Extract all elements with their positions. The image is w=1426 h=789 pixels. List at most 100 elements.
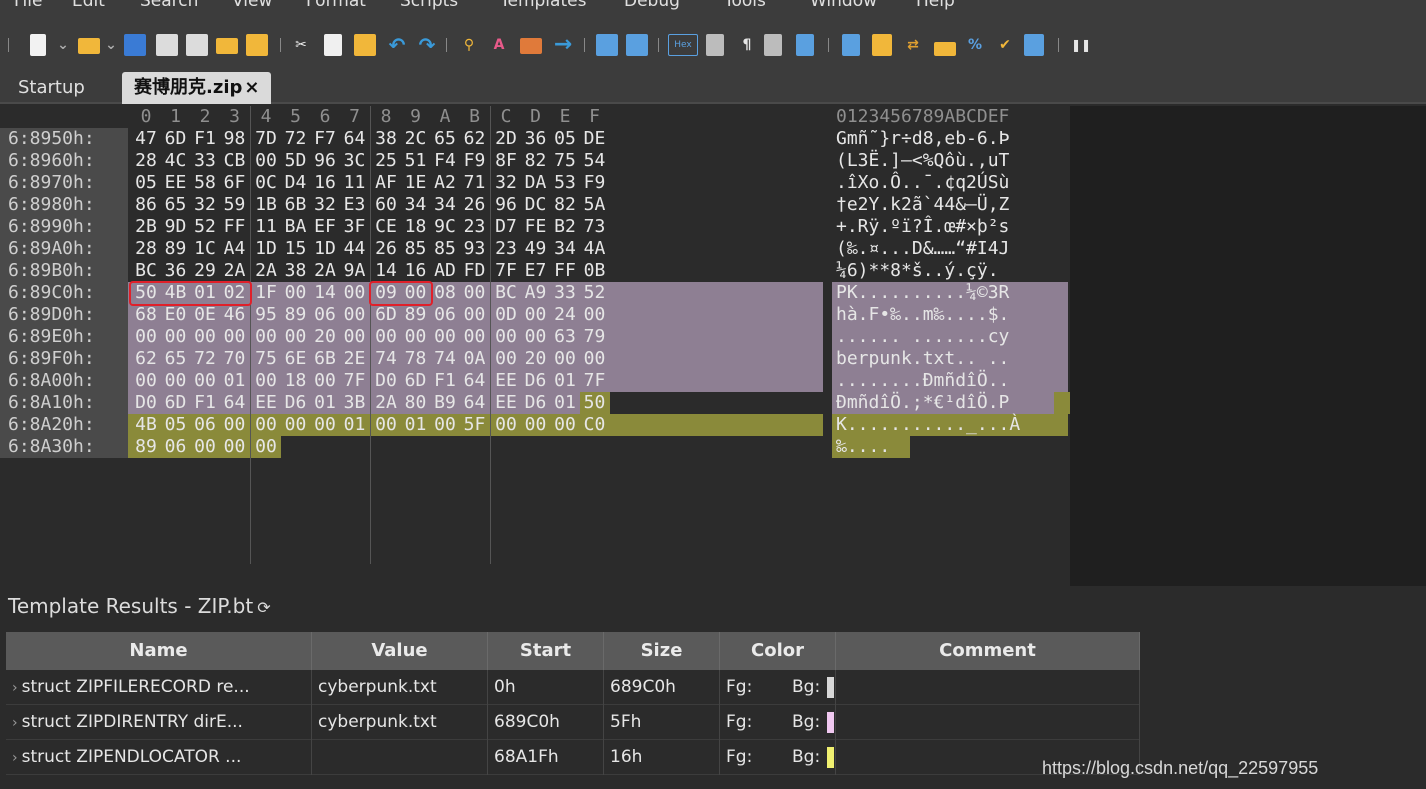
hex-byte[interactable]: A2 [432, 172, 458, 194]
hex-byte[interactable]: 2A [253, 260, 279, 282]
menu-templates[interactable]: Templates [500, 0, 586, 11]
hex-byte[interactable]: AF [373, 172, 399, 194]
hex-byte[interactable]: 18 [283, 370, 309, 392]
hex-byte[interactable]: 85 [403, 238, 429, 260]
bookmark-icon[interactable] [596, 34, 618, 56]
hex-byte[interactable]: 29 [192, 260, 218, 282]
ascii-text[interactable]: PK..........¼©3R [836, 282, 1009, 304]
hex-byte[interactable]: 65 [432, 128, 458, 150]
hex-byte[interactable]: 00 [283, 326, 309, 348]
hex-byte[interactable]: 23 [493, 238, 519, 260]
hex-byte[interactable]: 01 [552, 392, 578, 414]
hex-byte[interactable]: 7D [253, 128, 279, 150]
hex-byte[interactable]: BC [493, 282, 519, 304]
hex-byte[interactable]: 0D [493, 304, 519, 326]
hex-byte[interactable]: A9 [523, 282, 549, 304]
hex-byte[interactable]: 00 [462, 282, 488, 304]
column-mode-icon[interactable] [706, 34, 724, 56]
hex-byte[interactable]: 0E [192, 304, 218, 326]
hex-byte[interactable]: 38 [283, 260, 309, 282]
hex-byte[interactable]: FD [462, 260, 488, 282]
column-header-name[interactable]: Name [6, 632, 312, 670]
hex-byte[interactable]: 00 [342, 326, 368, 348]
hex-byte[interactable]: 34 [403, 194, 429, 216]
hex-byte[interactable]: 00 [523, 414, 549, 436]
hex-byte[interactable]: 05 [163, 414, 189, 436]
open-workspace-icon[interactable] [216, 38, 238, 54]
hex-byte[interactable]: 20 [523, 348, 549, 370]
chevron-down-icon[interactable]: ⌄ [104, 34, 118, 56]
menu-window[interactable]: Window [810, 0, 877, 11]
hex-byte[interactable]: 00 [253, 326, 279, 348]
hex-byte[interactable]: 6E [283, 348, 309, 370]
hex-byte[interactable]: 50 [582, 392, 608, 414]
ascii-text[interactable]: berpunk.txt.. .. [836, 348, 1009, 370]
hex-byte[interactable]: 2A [312, 260, 338, 282]
hex-byte[interactable]: 34 [552, 238, 578, 260]
hex-byte[interactable]: 52 [582, 282, 608, 304]
hex-byte[interactable]: A4 [222, 238, 248, 260]
hex-byte[interactable]: 2A [222, 260, 248, 282]
save-icon[interactable] [124, 34, 146, 56]
hex-byte[interactable]: 7F [493, 260, 519, 282]
hex-byte[interactable]: 33 [552, 282, 578, 304]
hex-byte[interactable]: 06 [192, 414, 218, 436]
hex-byte[interactable]: 26 [462, 194, 488, 216]
hex-byte[interactable]: 62 [133, 348, 159, 370]
hex-byte[interactable]: F1 [192, 392, 218, 414]
hex-byte[interactable]: 28 [133, 150, 159, 172]
hex-byte[interactable]: 00 [192, 436, 218, 458]
hex-byte[interactable]: 64 [462, 392, 488, 414]
hex-byte[interactable]: 6B [283, 194, 309, 216]
hex-byte[interactable]: 71 [462, 172, 488, 194]
hex-byte[interactable]: 00 [523, 304, 549, 326]
save-all-icon[interactable] [186, 34, 208, 56]
hex-byte[interactable]: 32 [192, 194, 218, 216]
histogram-icon[interactable] [934, 42, 956, 56]
column-header-comment[interactable]: Comment [836, 632, 1140, 670]
hex-byte[interactable]: 59 [222, 194, 248, 216]
hex-byte[interactable]: 00 [493, 348, 519, 370]
hex-byte[interactable]: 16 [312, 172, 338, 194]
hex-byte[interactable]: 68 [133, 304, 159, 326]
hex-byte[interactable]: FF [552, 260, 578, 282]
hex-byte[interactable]: D4 [283, 172, 309, 194]
save-as-icon[interactable] [156, 34, 178, 56]
hex-byte[interactable]: 82 [552, 194, 578, 216]
hex-byte[interactable]: F1 [192, 128, 218, 150]
table-row[interactable]: › struct ZIPFILERECORD re... cyberpunk.tx… [6, 670, 1140, 705]
hex-byte[interactable]: 51 [403, 150, 429, 172]
hex-byte[interactable]: 23 [462, 216, 488, 238]
hex-byte[interactable]: 4C [163, 150, 189, 172]
hex-byte[interactable]: 0A [462, 348, 488, 370]
ascii-text[interactable]: Gmñ˜}r÷d8,eb-6.Þ [836, 128, 1009, 150]
hex-byte[interactable]: 2C [403, 128, 429, 150]
hex-byte[interactable]: 36 [523, 128, 549, 150]
hex-byte[interactable]: 00 [493, 414, 519, 436]
hex-byte[interactable]: 8F [493, 150, 519, 172]
hex-byte[interactable]: 06 [163, 436, 189, 458]
hex-byte[interactable]: 3B [342, 392, 368, 414]
hex-byte[interactable]: 53 [552, 172, 578, 194]
hex-byte[interactable]: 05 [552, 128, 578, 150]
hex-byte[interactable]: 74 [373, 348, 399, 370]
hex-byte[interactable]: BA [283, 216, 309, 238]
hex-byte[interactable]: 00 [462, 304, 488, 326]
hex-byte[interactable]: 11 [342, 172, 368, 194]
hex-byte[interactable]: 00 [582, 304, 608, 326]
hex-byte[interactable]: 6B [312, 348, 338, 370]
ascii-text[interactable]: (‰.¤...D&……“#I4J [836, 238, 1009, 260]
hex-byte[interactable]: 00 [373, 326, 399, 348]
hex-byte[interactable]: F4 [432, 150, 458, 172]
ascii-text[interactable]: hà.F•‰..m‰....$. [836, 304, 1009, 326]
ascii-text[interactable]: ...... .......cy [836, 326, 1009, 348]
hex-byte[interactable]: 1C [192, 238, 218, 260]
hex-byte[interactable]: 08 [432, 282, 458, 304]
hex-byte[interactable]: B2 [552, 216, 578, 238]
hex-byte[interactable]: F9 [462, 150, 488, 172]
hex-byte[interactable]: 89 [133, 436, 159, 458]
hex-byte[interactable]: 64 [462, 370, 488, 392]
hex-byte[interactable]: 46 [222, 304, 248, 326]
hex-byte[interactable]: 6D [403, 370, 429, 392]
hex-byte[interactable]: 2B [133, 216, 159, 238]
